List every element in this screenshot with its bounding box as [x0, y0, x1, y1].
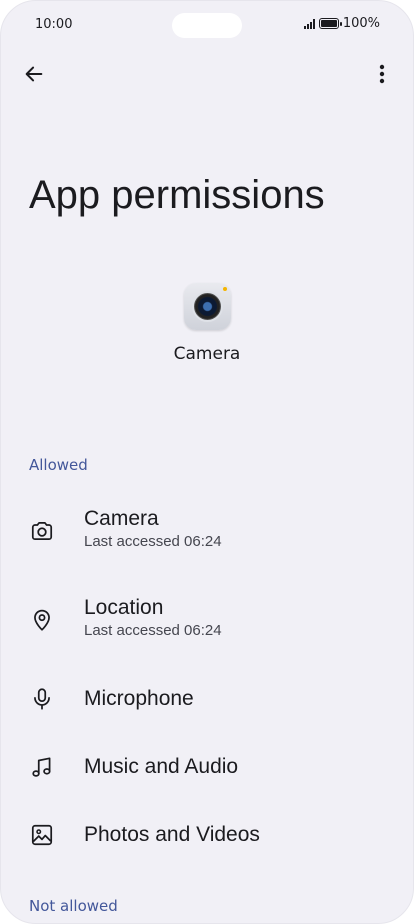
permission-label: Music and Audio: [84, 755, 239, 778]
camera-icon: [29, 518, 55, 544]
microphone-icon: [29, 686, 55, 712]
permission-item-photos-videos[interactable]: Photos and Videos: [1, 820, 413, 850]
more-vert-icon: [379, 64, 385, 84]
back-arrow-icon: [25, 66, 43, 82]
permission-label: Camera: [84, 507, 159, 530]
camera-app-icon: [184, 283, 231, 330]
battery-icon: [318, 18, 342, 29]
permission-last-accessed: Last accessed 06:24: [84, 533, 222, 550]
app-name: Camera: [173, 344, 241, 364]
camera-cutout: [172, 13, 242, 38]
permission-item-microphone[interactable]: Microphone: [1, 684, 413, 714]
permission-item-camera[interactable]: Camera Last accessed 06:24: [1, 506, 413, 556]
permission-item-music-audio[interactable]: Music and Audio: [1, 752, 413, 782]
signal-icon: [303, 18, 315, 29]
image-icon: [29, 822, 55, 848]
section-not-allowed-header: Not allowed: [29, 897, 118, 915]
location-pin-icon: [29, 607, 55, 633]
permission-label: Microphone: [84, 687, 194, 710]
permission-label: Location: [84, 596, 164, 619]
permission-item-location[interactable]: Location Last accessed 06:24: [1, 595, 413, 645]
permission-last-accessed: Last accessed 06:24: [84, 622, 222, 639]
section-allowed-header: Allowed: [29, 456, 88, 474]
more-options-button[interactable]: [369, 61, 395, 87]
status-bar: 10:00 100%: [1, 1, 413, 47]
back-button[interactable]: [21, 61, 47, 87]
status-time: 10:00: [35, 17, 73, 32]
battery-percent: 100%: [342, 16, 380, 31]
status-indicators: 100%: [303, 16, 380, 31]
permission-label: Photos and Videos: [84, 823, 260, 846]
phone-screen: 10:00 100% App permissions Camera Allowe…: [0, 0, 414, 924]
page-title: App permissions: [29, 173, 325, 217]
music-note-icon: [29, 754, 55, 780]
